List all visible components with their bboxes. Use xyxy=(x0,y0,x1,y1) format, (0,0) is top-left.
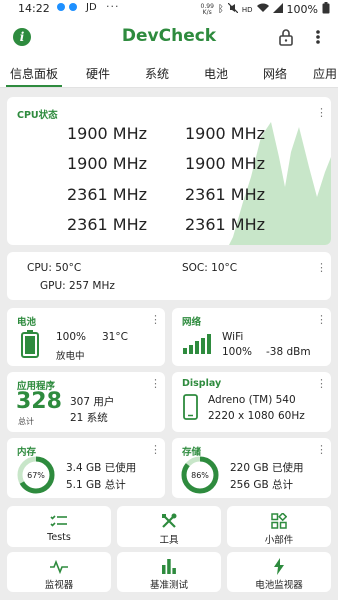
bar-chart-icon xyxy=(162,559,176,574)
cpu-temp: CPU: 50°C xyxy=(27,262,82,274)
battery-monitor-button[interactable]: 电池监视器 xyxy=(227,552,331,592)
network-type: WiFi xyxy=(222,331,244,343)
active-tab-indicator xyxy=(6,85,62,87)
storage-used: 220 GB 已使用 xyxy=(230,462,304,474)
display-card-title: Display xyxy=(182,378,222,389)
checklist-icon xyxy=(50,515,67,527)
storage-percent-label: 86% xyxy=(191,471,209,480)
cpu-core-freq: 1900 MHz xyxy=(185,154,266,173)
monitor-button[interactable]: 监视器 xyxy=(7,552,111,592)
network-card[interactable]: 网络 ⋮ WiFi 100% -38 dBm xyxy=(172,308,331,366)
battery-temp: 31°C xyxy=(102,331,128,343)
notification-dots: ··· xyxy=(106,0,120,13)
tab-system[interactable]: 系统 xyxy=(145,65,169,82)
battery-percent-value: 100% xyxy=(56,331,87,343)
display-resolution: 2220 x 1080 xyxy=(208,410,275,422)
widgets-label: 小部件 xyxy=(264,535,294,546)
lightning-icon xyxy=(274,558,284,575)
tab-apps[interactable]: 应用 xyxy=(313,65,337,82)
qq-icons xyxy=(56,1,82,18)
apps-user-count: 307 用户 xyxy=(70,396,115,408)
memory-card[interactable]: 内存 ⋮ 67% 3.4 GB 已使用 5.1 GB 总计 xyxy=(7,438,165,498)
apps-card[interactable]: 应用程序 ⋮ 328 总计 307 用户 21 系统 xyxy=(7,372,165,432)
hd-label: HD xyxy=(241,5,253,14)
status-time: 14:22 xyxy=(18,2,50,15)
battery-status: 放电中 xyxy=(56,351,85,362)
display-card-menu-icon[interactable]: ⋮ xyxy=(316,378,327,390)
cpu-core-freq: 2361 MHz xyxy=(67,185,148,204)
lock-icon[interactable] xyxy=(276,27,296,47)
signal-icon xyxy=(272,3,283,16)
tab-battery[interactable]: 电池 xyxy=(204,65,228,82)
widgets-icon xyxy=(271,513,287,529)
net-speed: 0.99 K/s xyxy=(200,2,214,16)
phone-display-icon xyxy=(183,394,198,420)
tests-button[interactable]: Tests xyxy=(7,506,111,547)
soc-temp: SOC: 10°C xyxy=(182,262,238,274)
display-refresh-rate: 60Hz xyxy=(278,410,305,422)
network-card-title: 网络 xyxy=(182,317,202,328)
apps-system-count: 21 系统 xyxy=(70,412,108,424)
battery-status-icon xyxy=(322,2,330,17)
network-strength: 100% xyxy=(222,346,253,358)
status-right: 0.99 K/s ᛒ HD 100% xyxy=(201,2,330,17)
mute-icon xyxy=(227,2,239,16)
tools-label: 工具 xyxy=(159,535,179,546)
battery-icon xyxy=(21,330,39,358)
temps-card-menu-icon[interactable]: ⋮ xyxy=(316,262,327,274)
storage-total: 256 GB 总计 xyxy=(230,479,294,491)
tab-dashboard[interactable]: 信息面板 xyxy=(10,65,58,82)
benchmark-label: 基准测试 xyxy=(149,580,188,591)
memory-percent-label: 67% xyxy=(27,471,45,480)
memory-usage-ring: 67% xyxy=(17,456,55,494)
tests-label: Tests xyxy=(47,532,71,543)
bluetooth-icon: ᛒ xyxy=(217,4,224,15)
tools-icon xyxy=(162,513,177,528)
cpu-core-freq: 1900 MHz xyxy=(67,154,148,173)
battery-monitor-label: 电池监视器 xyxy=(255,580,303,591)
apps-card-menu-icon[interactable]: ⋮ xyxy=(150,378,161,390)
app-bar: i DevCheck xyxy=(0,18,338,58)
more-options-icon[interactable] xyxy=(313,26,323,48)
apps-total-label: 总计 xyxy=(18,417,34,426)
cpu-core-freq: 2361 MHz xyxy=(67,215,148,234)
monitor-label: 监视器 xyxy=(44,580,74,591)
pulse-icon xyxy=(50,560,68,574)
cpu-core-freq: 1900 MHz xyxy=(185,124,266,143)
storage-card-menu-icon[interactable]: ⋮ xyxy=(316,444,327,456)
network-dbm: -38 dBm xyxy=(266,346,311,358)
display-card[interactable]: Display ⋮ Adreno (TM) 540 2220 x 1080 60… xyxy=(172,372,331,432)
tools-button[interactable]: 工具 xyxy=(117,506,221,547)
memory-total: 5.1 GB 总计 xyxy=(66,479,126,491)
cpu-card-title: CPU状态 xyxy=(17,110,58,121)
benchmark-button[interactable]: 基准测试 xyxy=(117,552,221,592)
cpu-core-freq: 1900 MHz xyxy=(67,124,148,143)
battery-percent: 100% xyxy=(286,3,318,16)
gpu-freq: GPU: 257 MHz xyxy=(40,280,115,292)
temperature-card[interactable]: CPU: 50°C SOC: 10°C GPU: 257 MHz ⋮ xyxy=(7,252,331,300)
widgets-button[interactable]: 小部件 xyxy=(227,506,331,547)
battery-card-menu-icon[interactable]: ⋮ xyxy=(150,314,161,326)
memory-card-menu-icon[interactable]: ⋮ xyxy=(150,444,161,456)
tab-hardware[interactable]: 硬件 xyxy=(86,65,110,82)
network-card-menu-icon[interactable]: ⋮ xyxy=(316,314,327,326)
cpu-core-freq: 2361 MHz xyxy=(185,185,266,204)
cpu-core-freq: 2361 MHz xyxy=(185,215,266,234)
carrier-label: JD xyxy=(86,2,97,13)
cpu-card-menu-icon[interactable]: ⋮ xyxy=(316,107,327,119)
battery-card[interactable]: 电池 ⋮ 100% 31°C 放电中 xyxy=(7,308,165,366)
display-gpu: Adreno (TM) 540 xyxy=(208,394,296,406)
storage-card[interactable]: 存储 ⋮ 86% 220 GB 已使用 256 GB 总计 xyxy=(172,438,331,498)
tab-network[interactable]: 网络 xyxy=(263,65,287,82)
memory-used: 3.4 GB 已使用 xyxy=(66,462,137,474)
cpu-status-card[interactable]: CPU状态 ⋮ 1900 MHz 1900 MHz 1900 MHz 1900 … xyxy=(7,97,331,245)
tab-bar: 信息面板 硬件 系统 电池 网络 应用 xyxy=(0,58,338,88)
wifi-icon xyxy=(256,3,269,16)
storage-usage-ring: 86% xyxy=(181,456,219,494)
battery-card-title: 电池 xyxy=(17,317,37,328)
signal-bars-icon xyxy=(183,334,211,354)
apps-total-count: 328 xyxy=(16,389,62,414)
status-bar: 14:22 JD ··· 0.99 K/s ᛒ HD 100% xyxy=(0,0,338,18)
